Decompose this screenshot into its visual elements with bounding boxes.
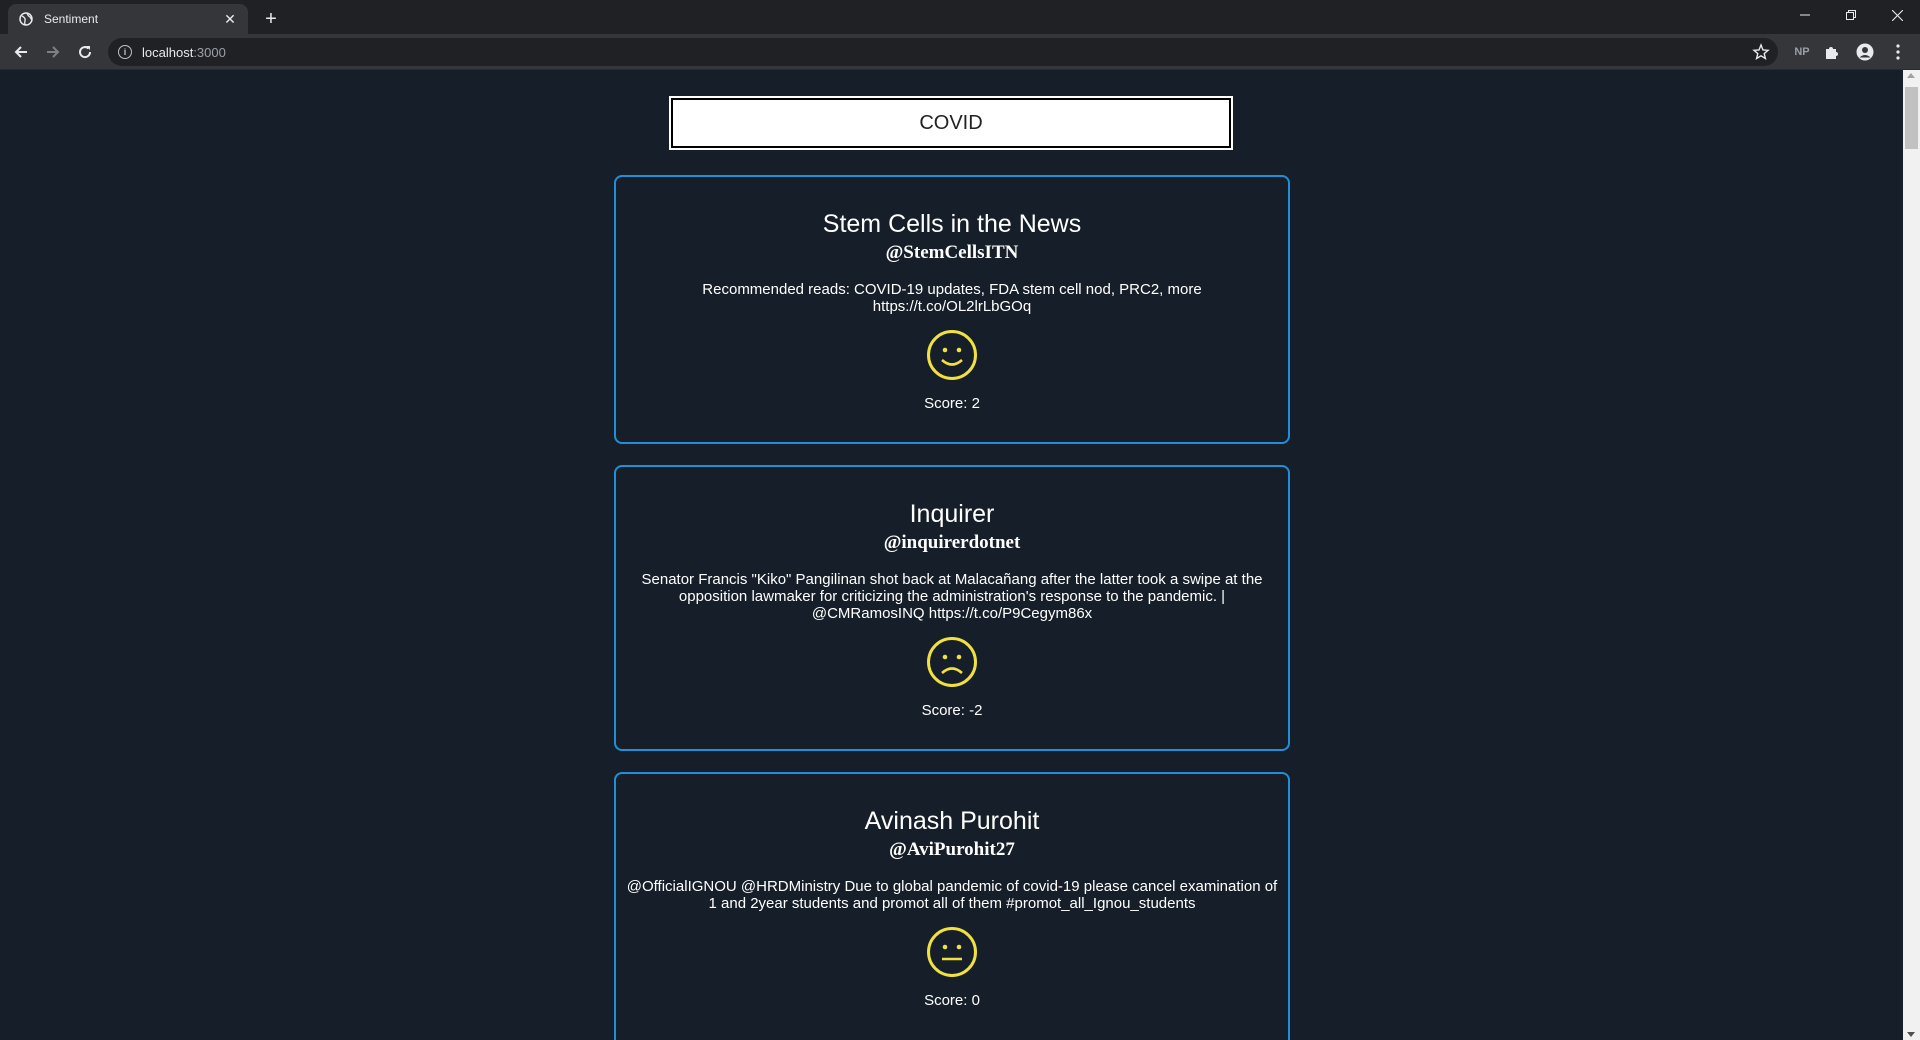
smiley-face-icon: [926, 329, 978, 381]
browser-toolbar: i localhost:3000 NP: [0, 34, 1920, 70]
tweet-text: Recommended reads: COVID-19 updates, FDA…: [702, 281, 1202, 315]
tweet-author-handle: @inquirerdotnet: [883, 532, 1021, 553]
scroll-down-arrow-icon[interactable]: [1907, 1032, 1915, 1037]
search-box: [669, 96, 1233, 150]
page-scrollbar[interactable]: [1903, 70, 1920, 1040]
tweet-author-handle: @AviPurohit27: [889, 839, 1015, 860]
restore-icon[interactable]: [1828, 0, 1874, 30]
url-host: localhost: [142, 44, 194, 60]
tweet-author-name: Avinash Purohit: [864, 807, 1040, 835]
sentiment-score: Score: -2: [921, 702, 983, 719]
reload-icon[interactable]: [72, 39, 98, 65]
scroll-up-arrow-icon[interactable]: [1907, 73, 1915, 78]
bookmark-star-icon[interactable]: [1752, 43, 1770, 61]
browser-tab-bar: Sentiment ✕ +: [0, 0, 1920, 34]
browser-tab[interactable]: Sentiment ✕: [8, 4, 248, 34]
tweet-card: Stem Cells in the News @StemCellsITN Rec…: [614, 175, 1290, 444]
site-info-icon[interactable]: i: [118, 45, 132, 59]
tweet-card: Inquirer @inquirerdotnet Senator Francis…: [614, 465, 1290, 751]
menu-kebab-icon[interactable]: [1888, 42, 1908, 62]
sentiment-score: Score: 0: [924, 992, 980, 1009]
globe-icon: [18, 11, 34, 27]
tab-title: Sentiment: [44, 12, 99, 26]
tweet-card: Avinash Purohit @AviPurohit27 @OfficialI…: [614, 772, 1290, 1040]
tweet-author-handle: @StemCellsITN: [885, 242, 1019, 263]
url-port: :3000: [193, 44, 226, 60]
search-input[interactable]: [673, 100, 1229, 146]
back-icon[interactable]: [8, 39, 34, 65]
extension-badge[interactable]: NP: [1792, 42, 1812, 62]
minimize-icon[interactable]: [1782, 0, 1828, 30]
sad-face-icon: [926, 636, 978, 688]
tweet-author-name: Stem Cells in the News: [822, 210, 1082, 238]
profile-avatar-icon[interactable]: [1855, 42, 1875, 62]
scroll-thumb[interactable]: [1905, 87, 1918, 149]
close-tab-icon[interactable]: ✕: [222, 11, 238, 27]
close-window-icon[interactable]: [1874, 0, 1920, 30]
forward-icon[interactable]: [40, 39, 66, 65]
tweet-text: Senator Francis "Kiko" Pangilinan shot b…: [641, 571, 1263, 622]
neutral-face-icon: [926, 926, 978, 978]
puzzle-extensions-icon[interactable]: [1822, 42, 1842, 62]
address-bar[interactable]: i localhost:3000: [108, 38, 1778, 66]
new-tab-button[interactable]: +: [258, 6, 284, 32]
tweet-text: @OfficialIGNOU @HRDMinistry Due to globa…: [626, 878, 1278, 912]
sentiment-score: Score: 2: [924, 395, 980, 412]
tweet-author-name: Inquirer: [909, 500, 995, 528]
